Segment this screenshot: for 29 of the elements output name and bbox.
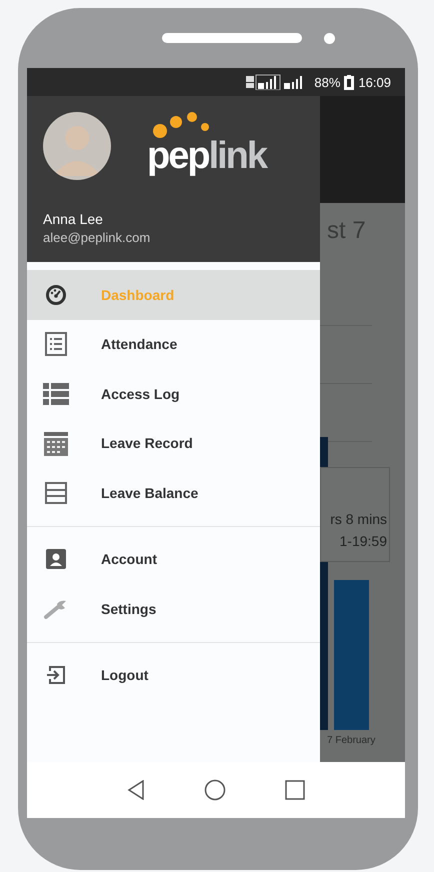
home-icon[interactable] [204,779,226,801]
menu-item[interactable]: Leave Balance [27,468,320,518]
user-email: alee@peplink.com [43,230,152,245]
menu-item[interactable]: Account [27,534,320,584]
speaker-icon [162,33,302,43]
battery-icon [344,74,354,90]
axis-label: 7 February [327,735,376,746]
logo: peplink [147,138,266,174]
menu-item[interactable]: Leave Record [27,418,320,468]
rows-icon [43,482,69,504]
wrench-icon [43,598,69,619]
tooltip-text: rs 8 mins [330,511,387,527]
user-name: Anna Lee [43,211,104,227]
menu-item[interactable]: Logout [27,650,320,700]
recents-icon[interactable] [285,780,306,800]
list-icon [43,332,69,356]
battery-percent: 88% [314,74,340,90]
clock: 16:09 [358,74,391,90]
menu-item[interactable]: Attendance [27,320,320,369]
list-icon [43,382,69,405]
menu-item[interactable]: Settings [27,584,320,634]
gauge-icon [43,284,69,305]
back-icon[interactable] [126,780,145,800]
account-icon [43,549,69,570]
calendar-icon [43,430,69,456]
camera-icon [324,32,334,44]
dots-logo-icon [153,112,211,138]
tooltip-text: 1-19:59 [340,533,387,549]
menu-item[interactable]: Access Log [27,369,320,418]
